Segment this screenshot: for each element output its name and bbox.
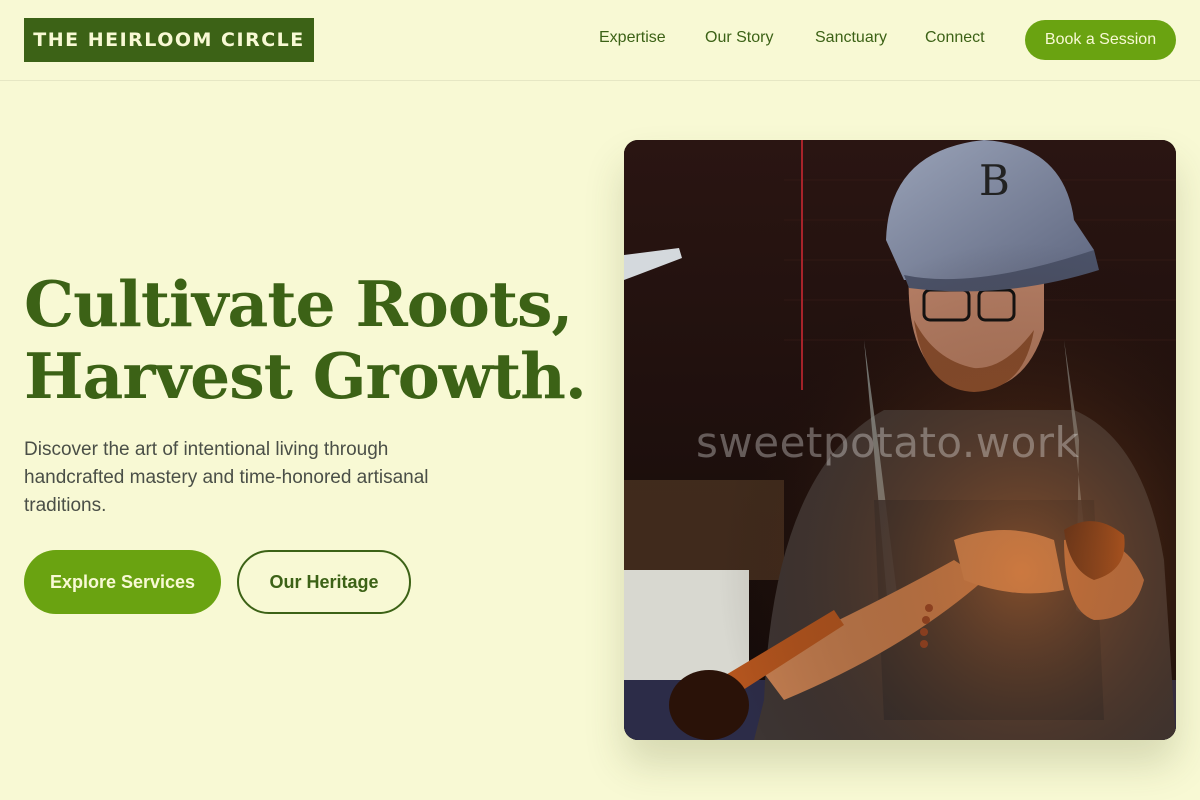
hero-subtitle: Discover the art of intentional living t… (24, 439, 429, 516)
explore-services-button[interactable]: Explore Services (24, 550, 221, 614)
hero-title-line-2: Harvest Growth. (24, 339, 587, 413)
hero-title-line-1: Cultivate Roots, (24, 267, 573, 341)
brand-logo[interactable]: THE HEIRLOOM CIRCLE (24, 18, 314, 62)
our-heritage-button[interactable]: Our Heritage (237, 550, 411, 614)
site-header: THE HEIRLOOM CIRCLE Expertise Our Story … (0, 0, 1200, 81)
hero-photo: B sweetpotato.work (624, 140, 1176, 740)
hero-title: Cultivate Roots, Harvest Growth. (24, 268, 604, 412)
nav-link-our-story[interactable]: Our Story (705, 29, 773, 51)
image-watermark: sweetpotato.work (696, 418, 1080, 467)
book-session-button[interactable]: Book a Session (1025, 20, 1176, 60)
nav-link-sanctuary[interactable]: Sanctuary (815, 29, 887, 51)
nav-link-connect[interactable]: Connect (925, 29, 985, 51)
nav-link-expertise[interactable]: Expertise (599, 29, 666, 51)
